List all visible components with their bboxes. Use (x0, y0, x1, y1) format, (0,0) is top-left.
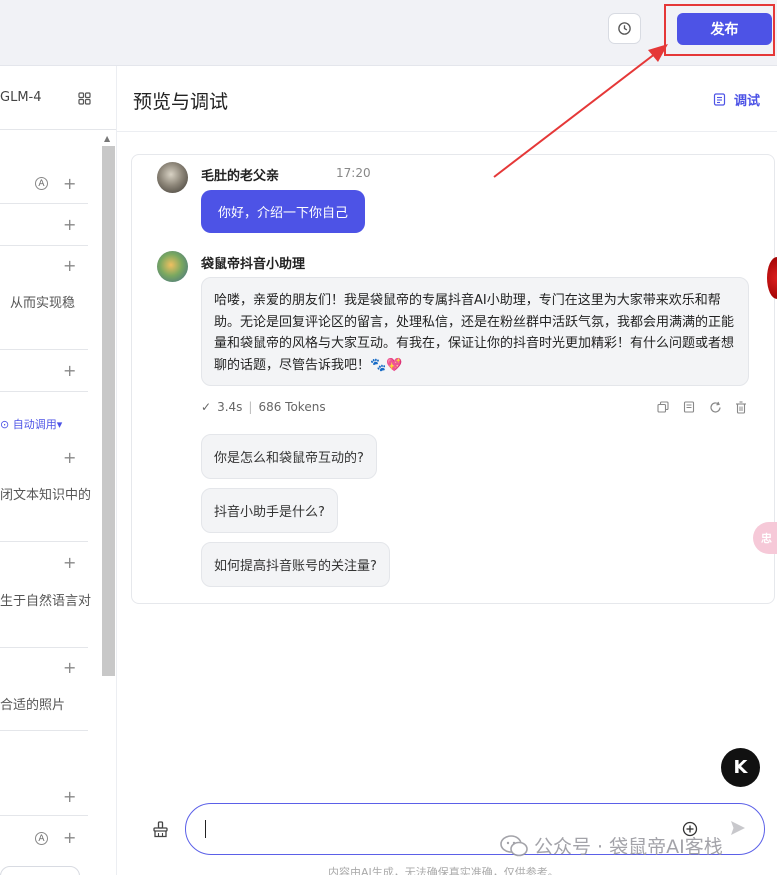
add-icon[interactable]: + (63, 174, 76, 193)
message-actions (656, 400, 748, 414)
debug-button[interactable]: 调试 (713, 90, 760, 109)
delete-icon[interactable] (734, 400, 748, 414)
user-name: 毛肚的老父亲 (201, 169, 280, 184)
config-panel: GLM-4 ▲ A + + + 从而实现稳 + ⊙ 自动调用▾ + 闭文本知识中… (0, 66, 117, 875)
section-text: 合适的照片 (0, 698, 66, 713)
add-icon[interactable]: + (63, 448, 76, 467)
add-icon[interactable]: + (63, 553, 76, 572)
auto-call-label: 自动调用▾ (12, 418, 63, 431)
response-meta: ✓ 3.4s | 686 Tokens (201, 400, 326, 414)
token-count: 686 Tokens (258, 400, 326, 414)
divider (0, 129, 116, 130)
grid-icon[interactable] (78, 92, 91, 105)
wechat-icon (500, 834, 528, 856)
user-avatar (157, 162, 188, 193)
divider (0, 245, 88, 246)
clear-brush-icon[interactable] (152, 821, 169, 838)
a-icon[interactable]: A (35, 177, 48, 190)
message-timestamp: 17:20 (336, 166, 371, 180)
top-bar: 发布 (0, 0, 777, 66)
ai-disclaimer: 内容由AI生成，无法确保真实准确，仅供参考。 (328, 866, 559, 875)
section-text: 从而实现稳 (10, 296, 76, 311)
watermark-text: 公众号 · 袋鼠帝AI客栈 (534, 836, 723, 858)
divider (0, 730, 88, 731)
divider (0, 349, 88, 350)
add-icon[interactable]: + (63, 361, 76, 380)
circle-icon: ⊙ (0, 418, 13, 431)
watermark: 公众号 · 袋鼠帝AI客栈 (500, 832, 723, 859)
document-icon (713, 93, 726, 106)
text-caret (205, 820, 206, 838)
add-icon[interactable]: + (63, 658, 76, 677)
meta-separator: | (248, 400, 253, 414)
suggested-question[interactable]: 如何提高抖音账号的关注量? (201, 542, 390, 587)
bot-avatar (157, 251, 188, 282)
page-title: 预览与调试 (133, 91, 229, 113)
history-icon (618, 22, 631, 35)
note-icon[interactable] (682, 400, 696, 414)
bot-name: 袋鼠帝抖音小助理 (201, 257, 306, 272)
check-icon: ✓ (201, 400, 212, 414)
divider (0, 815, 88, 816)
send-icon[interactable] (729, 819, 747, 837)
history-button[interactable] (608, 13, 641, 44)
debug-label: 调试 (734, 94, 761, 109)
add-icon[interactable]: + (63, 787, 76, 806)
bottom-pill[interactable] (0, 866, 80, 875)
copy-icon[interactable] (656, 400, 670, 414)
divider (0, 647, 88, 648)
user-message-bubble: 你好，介绍一下你自己 (201, 190, 365, 233)
divider (0, 391, 88, 392)
add-icon[interactable]: + (63, 828, 76, 847)
add-icon[interactable]: + (63, 256, 76, 275)
bot-message-bubble: 哈喽，亲爱的朋友们！我是袋鼠帝的专属抖音AI小助理，专门在这里为大家带来欢乐和帮… (201, 277, 749, 386)
auto-call-dropdown[interactable]: ⊙ 自动调用▾ (0, 416, 62, 432)
publish-button[interactable]: 发布 (677, 13, 772, 45)
divider (0, 541, 88, 542)
refresh-icon[interactable] (708, 400, 722, 414)
scroll-up-arrow[interactable]: ▲ (104, 134, 110, 143)
a-icon[interactable]: A (35, 832, 48, 845)
suggested-question[interactable]: 你是怎么和袋鼠帝互动的? (201, 434, 377, 479)
suggested-question[interactable]: 抖音小助手是什么? (201, 488, 338, 533)
response-duration: 3.4s (217, 400, 243, 414)
divider (0, 203, 88, 204)
k-logo-button[interactable]: K (721, 748, 760, 787)
model-selector[interactable]: GLM-4 (0, 66, 116, 129)
scrollbar-thumb[interactable] (102, 146, 115, 676)
section-text: 闭文本知识中的 (0, 488, 92, 503)
add-icon[interactable]: + (63, 215, 76, 234)
model-name: GLM-4 (0, 90, 42, 105)
section-text: 生于自然语言对 (0, 594, 92, 609)
floating-pink-tab[interactable]: 忠 (753, 522, 777, 554)
preview-header: 预览与调试 调试 (117, 66, 777, 132)
